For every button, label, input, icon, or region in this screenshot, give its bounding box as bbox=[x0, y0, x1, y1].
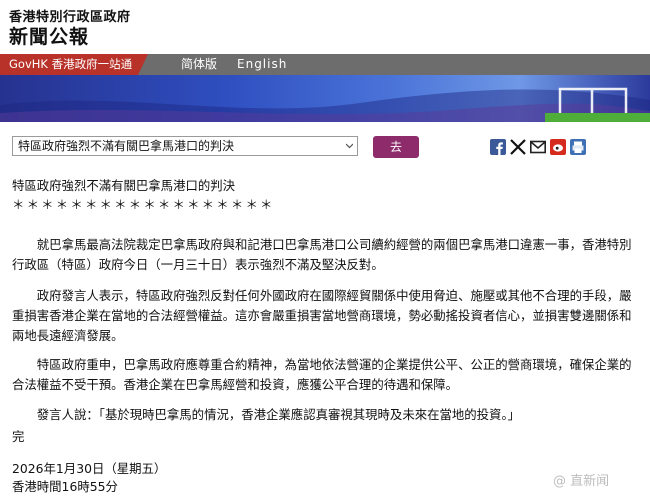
end-mark: 完 bbox=[12, 429, 25, 444]
paragraph-2: 政府發言人表示，特區政府強烈反對任何外國政府在國際經貿關係中使用脅迫、施壓或其他… bbox=[12, 288, 632, 344]
x-icon[interactable] bbox=[510, 139, 526, 155]
article-toolbar: 特區政府強烈不滿有關巴拿馬港口的判決 去 bbox=[0, 133, 650, 161]
simplified-chinese-link[interactable]: 简体版 bbox=[181, 54, 217, 75]
watermark-logo: @ 直新闻 bbox=[553, 474, 610, 489]
email-icon[interactable] bbox=[530, 139, 546, 155]
release-time: 香港時間16時55分 bbox=[12, 479, 118, 494]
header-banner bbox=[0, 75, 650, 122]
site-header: 香港特別行政區政府 新聞公報 bbox=[0, 0, 650, 52]
paragraph-4: 發言人說：「基於現時巴拿馬的情況，香港企業應認真審視其現時及未來在當地的投資。」 bbox=[36, 407, 521, 423]
top-navigation: GovHK 香港政府一站通 简体版 English bbox=[0, 54, 650, 75]
english-link[interactable]: English bbox=[237, 54, 287, 75]
chevron-down-icon bbox=[346, 143, 353, 149]
article-title: 特區政府強烈不滿有關巴拿馬港口的判決 bbox=[12, 178, 236, 193]
facebook-icon[interactable] bbox=[490, 139, 506, 155]
release-date: 2026年1月30日（星期五） bbox=[12, 461, 167, 476]
paragraph-3: 特區政府重申，巴拿馬政府應尊重合約精神，為當地依法營運的企業提供公平、公正的營商… bbox=[12, 357, 632, 393]
article-select-value: 特區政府強烈不滿有關巴拿馬港口的判決 bbox=[18, 139, 235, 153]
article-select[interactable]: 特區政府強烈不滿有關巴拿馬港口的判決 bbox=[12, 136, 358, 156]
go-button[interactable]: 去 bbox=[373, 136, 419, 158]
banner-graphic bbox=[0, 75, 650, 122]
press-release-title[interactable]: 新聞公報 bbox=[9, 22, 89, 49]
title-underline-stars: ＊＊＊＊＊＊＊＊＊＊＊＊＊＊＊＊＊＊ bbox=[12, 197, 275, 212]
weibo-icon[interactable] bbox=[550, 139, 566, 155]
govhk-link[interactable]: GovHK 香港政府一站通 bbox=[0, 54, 148, 75]
paragraph-1: 就巴拿馬最高法院裁定巴拿馬政府與和記港口巴拿馬港口公司續約經營的兩個巴拿馬港口違… bbox=[12, 237, 632, 273]
print-icon[interactable] bbox=[570, 139, 586, 155]
